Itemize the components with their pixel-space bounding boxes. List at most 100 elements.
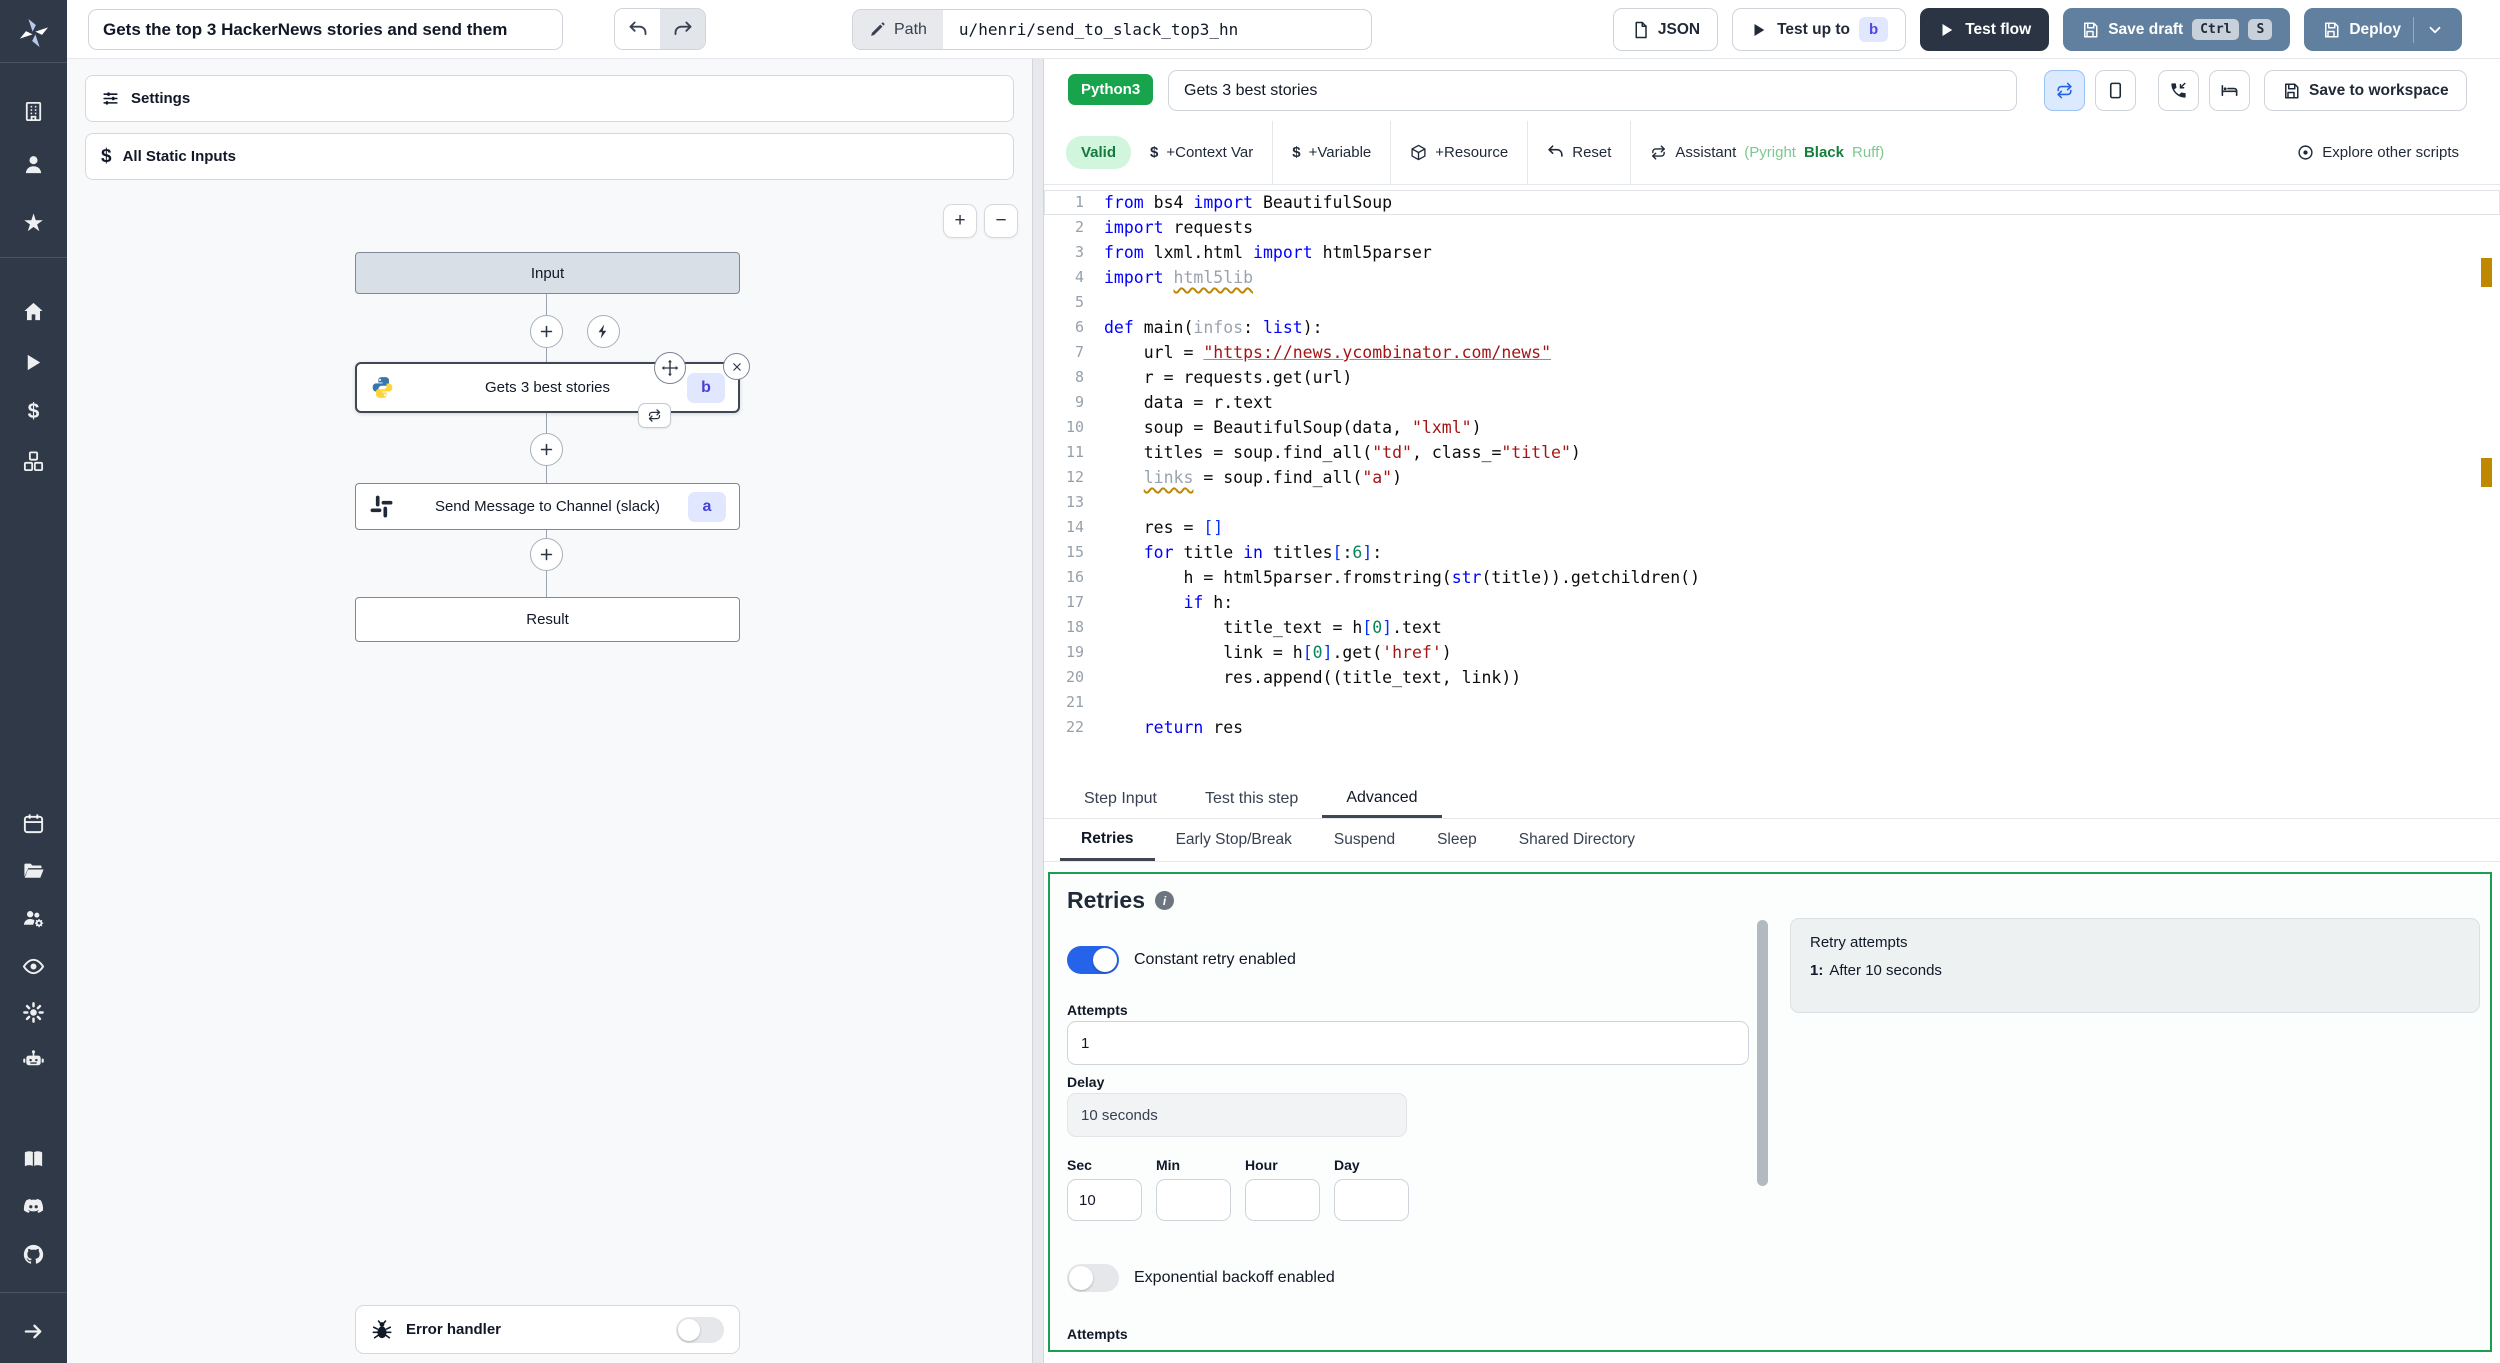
- code-line[interactable]: 2 import requests: [1044, 215, 2500, 240]
- add-step-button[interactable]: [530, 433, 563, 466]
- code-line[interactable]: 14 res = []: [1044, 515, 2500, 540]
- attempts-input[interactable]: [1067, 1021, 1749, 1065]
- panel-scrollbar[interactable]: [1757, 920, 1768, 1186]
- user-icon[interactable]: [0, 149, 67, 179]
- code-line[interactable]: 21: [1044, 690, 2500, 715]
- code-line[interactable]: 4 import html5lib: [1044, 265, 2500, 290]
- json-button[interactable]: JSON: [1612, 8, 1719, 51]
- sleep-button[interactable]: [2209, 70, 2250, 111]
- path-group[interactable]: Path u/henri/send_to_slack_top3_hn: [852, 9, 1372, 50]
- save-draft-button[interactable]: Save draft Ctrl S: [2063, 8, 2291, 51]
- code-line[interactable]: 11 titles = soup.find_all("td", class_="…: [1044, 440, 2500, 465]
- schedules-calendar-icon[interactable]: [0, 808, 67, 838]
- tab-retries[interactable]: Retries: [1060, 819, 1155, 861]
- docs-book-icon[interactable]: [0, 1144, 67, 1174]
- panel-resize-handle[interactable]: [1032, 59, 1044, 1363]
- assistant-button[interactable]: Assistant (Pyright Black Ruff): [1631, 121, 1903, 184]
- add-resource-button[interactable]: +Resource: [1391, 121, 1527, 184]
- tab-sleep[interactable]: Sleep: [1416, 819, 1498, 861]
- path-chip[interactable]: Path: [853, 10, 943, 49]
- zoom-out-button[interactable]: −: [984, 204, 1018, 238]
- delete-step-button[interactable]: [723, 353, 750, 380]
- code-editor[interactable]: 1 from bs4 import BeautifulSoup 2 import re…: [1044, 185, 2500, 777]
- chevron-down-icon[interactable]: [2426, 21, 2444, 39]
- add-variable-button[interactable]: $ +Variable: [1273, 121, 1390, 184]
- code-line[interactable]: 3 from lxml.html import html5parser: [1044, 240, 2500, 265]
- code-line[interactable]: 10 soup = BeautifulSoup(data, "lxml"): [1044, 415, 2500, 440]
- groups-users-icon[interactable]: [0, 903, 67, 933]
- add-step-button[interactable]: [530, 315, 563, 348]
- code-line[interactable]: 18 title_text = h[0].text: [1044, 615, 2500, 640]
- discord-icon[interactable]: [0, 1191, 67, 1221]
- reset-button[interactable]: Reset: [1528, 121, 1630, 184]
- expand-sidebar-icon[interactable]: [0, 1316, 67, 1346]
- save-to-workspace-button[interactable]: Save to workspace: [2264, 70, 2467, 111]
- code-line[interactable]: 13: [1044, 490, 2500, 515]
- runs-play-icon[interactable]: [0, 347, 67, 377]
- move-step-handle[interactable]: [654, 352, 686, 384]
- github-icon[interactable]: [0, 1239, 67, 1269]
- ai-robot-icon[interactable]: [0, 1044, 67, 1074]
- suspend-button[interactable]: [2158, 70, 2199, 111]
- windmill-logo-icon[interactable]: [0, 18, 67, 48]
- folders-icon[interactable]: [0, 855, 67, 885]
- time-field-input-min[interactable]: [1156, 1179, 1231, 1221]
- code-line[interactable]: 20 res.append((title_text, link)): [1044, 665, 2500, 690]
- add-trigger-button[interactable]: [587, 315, 620, 348]
- resources-cubes-icon[interactable]: [0, 446, 67, 476]
- flow-node-input[interactable]: Input: [355, 252, 740, 294]
- exponential-backoff-toggle[interactable]: [1067, 1264, 1119, 1292]
- zoom-in-button[interactable]: +: [943, 204, 977, 238]
- info-icon[interactable]: i: [1154, 891, 1174, 910]
- constant-retry-toggle[interactable]: [1067, 946, 1119, 974]
- add-context-var-button[interactable]: $ +Context Var: [1131, 121, 1272, 184]
- tab-shared-directory[interactable]: Shared Directory: [1498, 819, 1656, 861]
- audit-eye-icon[interactable]: [0, 951, 67, 981]
- settings-gear-icon[interactable]: [0, 997, 67, 1027]
- code-line[interactable]: 17 if h:: [1044, 590, 2500, 615]
- early-stop-button[interactable]: [2095, 70, 2136, 111]
- variables-dollar-icon[interactable]: $: [0, 397, 67, 427]
- code-line[interactable]: 22 return res: [1044, 715, 2500, 740]
- flow-settings-button[interactable]: Settings: [85, 75, 1014, 122]
- editor-toolbar: Valid $ +Context Var $ +Variable +Resource…: [1044, 120, 2500, 185]
- code-line[interactable]: 8 r = requests.get(url): [1044, 365, 2500, 390]
- time-field-input-sec[interactable]: [1067, 1179, 1142, 1221]
- error-handler-toggle[interactable]: [676, 1316, 724, 1343]
- code-line[interactable]: 19 link = h[0].get('href'): [1044, 640, 2500, 665]
- time-field-input-day[interactable]: [1334, 1179, 1409, 1221]
- error-handler-bar[interactable]: Error handler: [355, 1305, 740, 1354]
- code-line[interactable]: 9 data = r.text: [1044, 390, 2500, 415]
- retry-indicator-chip[interactable]: [638, 403, 671, 428]
- redo-button[interactable]: [660, 9, 705, 49]
- code-line[interactable]: 16 h = html5parser.fromstring(str(title)…: [1044, 565, 2500, 590]
- home-icon[interactable]: [0, 296, 67, 326]
- code-line[interactable]: 15 for title in titles[:6]:: [1044, 540, 2500, 565]
- tab-early-stop-break[interactable]: Early Stop/Break: [1155, 819, 1313, 861]
- code-line[interactable]: 5: [1044, 290, 2500, 315]
- flow-node-step-a[interactable]: Send Message to Channel (slack) a: [355, 483, 740, 530]
- path-value[interactable]: u/henri/send_to_slack_top3_hn: [943, 10, 1254, 49]
- test-flow-button[interactable]: Test flow: [1920, 8, 2050, 51]
- undo-button[interactable]: [615, 9, 660, 49]
- tab-suspend[interactable]: Suspend: [1313, 819, 1416, 861]
- code-line[interactable]: 1 from bs4 import BeautifulSoup: [1044, 190, 2500, 215]
- favorites-star-icon[interactable]: ★: [0, 208, 67, 238]
- flow-title-input[interactable]: [88, 9, 563, 50]
- code-line[interactable]: 12 links = soup.find_all("a"): [1044, 465, 2500, 490]
- code-line[interactable]: 6 def main(infos: list):: [1044, 315, 2500, 340]
- retry-settings-button[interactable]: [2044, 70, 2085, 111]
- step-title-input[interactable]: [1168, 70, 2017, 111]
- tab-advanced[interactable]: Advanced: [1322, 780, 1442, 818]
- tab-test-this-step[interactable]: Test this step: [1181, 780, 1322, 818]
- code-line[interactable]: 7 url = "https://news.ycombinator.com/ne…: [1044, 340, 2500, 365]
- deploy-button[interactable]: Deploy: [2304, 8, 2462, 51]
- explore-other-scripts-button[interactable]: Explore other scripts: [2278, 121, 2478, 184]
- all-static-inputs-button[interactable]: $ All Static Inputs: [85, 133, 1014, 180]
- workspace-icon[interactable]: [0, 96, 67, 126]
- test-up-to-button[interactable]: Test up to b: [1732, 8, 1907, 51]
- flow-node-result[interactable]: Result: [355, 597, 740, 642]
- time-field-input-hour[interactable]: [1245, 1179, 1320, 1221]
- tab-step-input[interactable]: Step Input: [1060, 780, 1181, 818]
- add-step-button[interactable]: [530, 538, 563, 571]
